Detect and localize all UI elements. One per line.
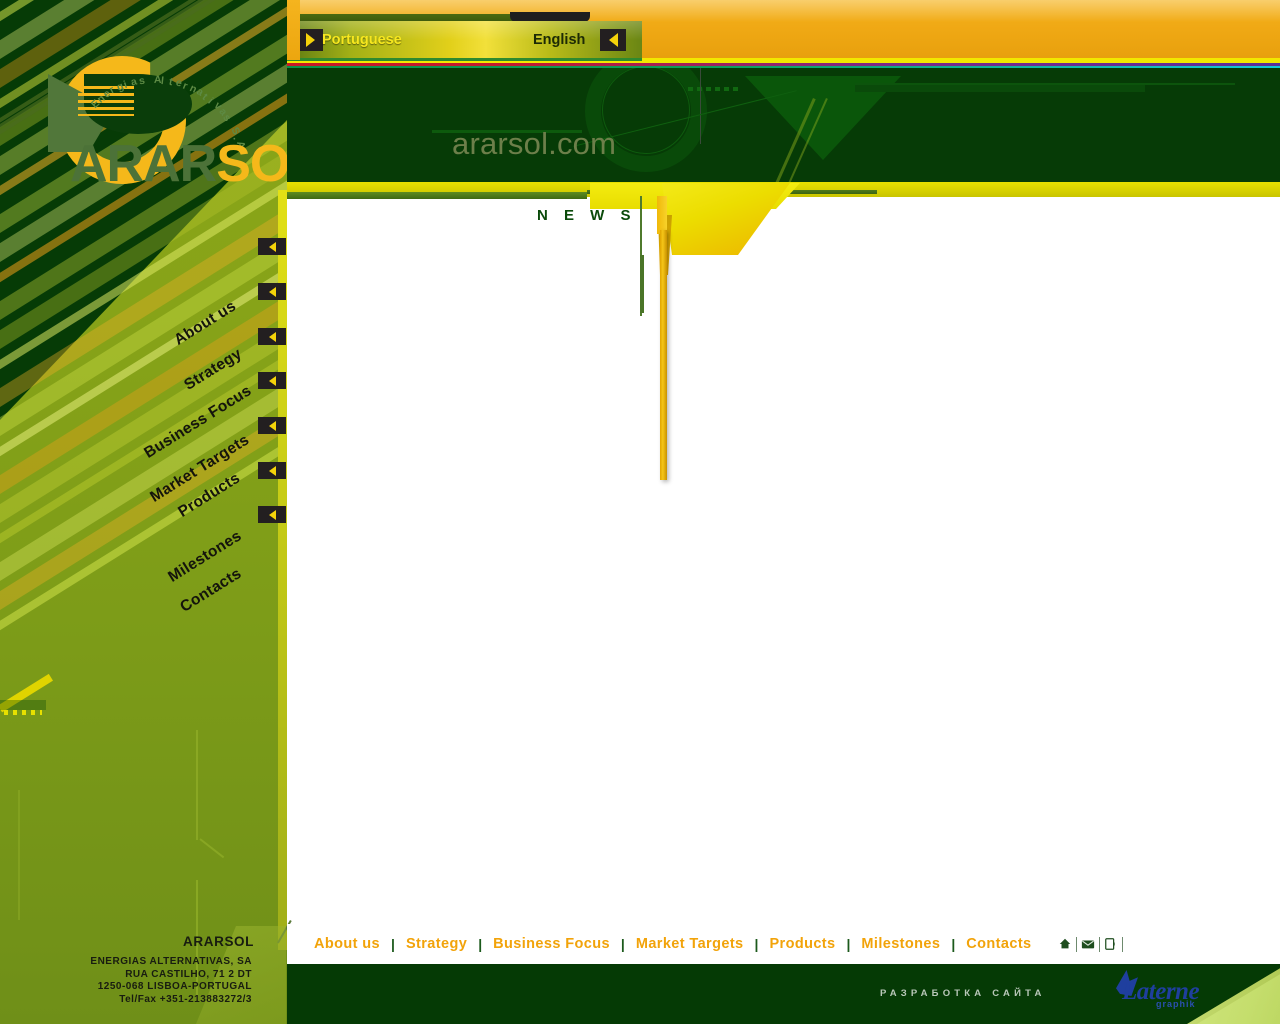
- logo-wordmark-part2: SOL: [216, 135, 287, 193]
- sidebar-arrow-button-business-focus[interactable]: [258, 328, 286, 345]
- logo-tagline-char: l: [160, 74, 165, 87]
- sidebar-arrow-button-contacts[interactable]: [258, 506, 286, 523]
- studio-logo[interactable]: Laterne graphik: [1112, 970, 1208, 1014]
- sidebar-arrow-button-strategy[interactable]: [258, 283, 286, 300]
- content-divider-gold-top: [657, 196, 667, 234]
- address-line-3: 1250-068 LISBOA-PORTUGAL: [97, 981, 252, 992]
- footer-link-market-targets[interactable]: Market Targets: [636, 936, 744, 952]
- sidebar-notch-decor: [0, 700, 46, 710]
- sidebar-tech-line-2: [196, 730, 198, 840]
- address-company: ARARSOL: [183, 934, 254, 949]
- footer-icon-group: [1054, 935, 1123, 953]
- footer-link-business-focus[interactable]: Business Focus: [493, 936, 610, 952]
- news-heading: N E W S: [537, 207, 637, 224]
- address-line-4: Tel/Fax +351-213883272/3: [119, 993, 252, 1005]
- language-link-portuguese[interactable]: Portuguese: [322, 32, 402, 48]
- logo-tagline-char: t: [167, 75, 174, 88]
- footer-separator: |: [620, 936, 625, 952]
- arrow-left-icon: [268, 375, 276, 386]
- footer-link-milestones[interactable]: Milestones: [861, 936, 940, 952]
- logo-wordmark-part1: ARAR: [70, 135, 217, 193]
- footer-separator: |: [846, 936, 851, 952]
- arrow-left-icon: [608, 33, 618, 47]
- header-vertical-decor: [700, 68, 701, 144]
- page-root: ararsol.com Portuguese English E n e r g…: [0, 0, 1280, 1024]
- arrow-left-icon: [268, 509, 276, 520]
- sidebar-arrow-button-products[interactable]: [258, 417, 286, 434]
- header-line-decor-3: [855, 85, 1145, 92]
- mail-icon[interactable]: [1077, 935, 1099, 953]
- footer-link-strategy[interactable]: Strategy: [406, 936, 467, 952]
- sidebar-tech-line-4: [18, 790, 20, 920]
- address-block: ARARSOL ENERGIAS ALTERNATIVAS, SA RUA CA…: [0, 934, 262, 1006]
- footer-separator: |: [754, 936, 759, 952]
- footer-separator: |: [391, 936, 395, 952]
- language-link-english[interactable]: English: [533, 32, 585, 48]
- developer-credit-text: РАЗРАБОТКА САЙТА: [880, 988, 1046, 999]
- footer-link-about-us[interactable]: About us: [314, 936, 380, 952]
- footer-separator: |: [951, 936, 956, 952]
- logo-tagline-char: s: [137, 74, 146, 88]
- sidebar-dots-decor: [4, 710, 42, 715]
- sidebar: Energias Alternativas S.A ARARSOL About …: [0, 0, 287, 1024]
- footer-icon-divider-end: [1121, 936, 1123, 952]
- address-line-2: RUA CASTILHO, 71 2 DT: [125, 968, 252, 980]
- header-line-decor-2: [855, 83, 1235, 85]
- header-dots-decor: [688, 87, 740, 91]
- sidebar-arrow-button-market-targets[interactable]: [258, 372, 286, 389]
- main-content-area: [287, 197, 1280, 924]
- footer-navigation: About us | Strategy | Business Focus | Market …: [287, 924, 1280, 964]
- arrow-left-icon: [268, 465, 276, 476]
- footer-separator: |: [478, 936, 483, 952]
- site-logo[interactable]: Energias Alternativas S.A ARARSOL: [34, 22, 287, 193]
- english-arrow-button[interactable]: [600, 29, 626, 51]
- home-icon[interactable]: [1054, 935, 1076, 953]
- logo-wordmark: ARARSOL: [70, 134, 287, 194]
- arrow-left-icon: [268, 331, 276, 342]
- sidebar-arrow-button-about-us[interactable]: [258, 238, 286, 255]
- content-divider-gold: [660, 230, 667, 480]
- arrow-left-icon: [268, 420, 276, 431]
- portuguese-arrow-button[interactable]: [297, 29, 323, 51]
- site-url-text: ararsol.com: [452, 126, 617, 161]
- footer-link-contacts[interactable]: Contacts: [966, 936, 1031, 952]
- footer-link-products[interactable]: Products: [769, 936, 835, 952]
- content-divider-green-thick: [640, 255, 644, 313]
- arrow-left-icon: [268, 286, 276, 297]
- print-icon[interactable]: [1100, 935, 1122, 953]
- studio-logo-sub: graphik: [1156, 999, 1196, 1009]
- sidebar-right-edge: [278, 190, 287, 950]
- content-top-rule-left: [287, 192, 587, 199]
- sidebar-arrow-button-milestones[interactable]: [258, 462, 286, 479]
- logo-tagline-char: a: [130, 75, 139, 89]
- arrow-left-icon: [268, 241, 276, 252]
- language-bar-underline: [287, 58, 642, 61]
- arrow-right-icon: [305, 33, 315, 47]
- address-line-1: ENERGIAS ALTERNATIVAS, SA: [90, 956, 252, 967]
